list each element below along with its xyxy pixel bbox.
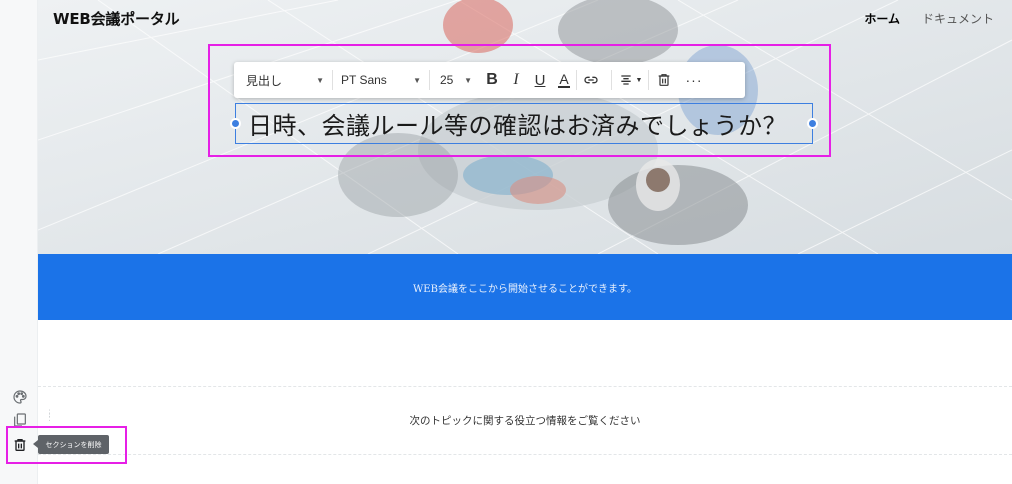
topics-heading: 次のトピックに関する役立つ情報をご覧ください [409, 415, 641, 427]
nav-home[interactable]: ホーム [864, 10, 900, 27]
highlight-box-delete [6, 426, 127, 464]
site-title[interactable]: WEB会議ポータル [53, 8, 180, 29]
top-nav: ホーム ドキュメント [864, 10, 994, 27]
nav-documents[interactable]: ドキュメント [922, 10, 994, 27]
section-divider [38, 454, 1012, 455]
page: WEB会議ポータル ホーム ドキュメント 見出し ▼ PT Sans ▼ 25 … [0, 0, 1012, 484]
left-rail [0, 0, 38, 484]
cta-banner[interactable]: WEB会議をここから開始させることができます。 [38, 254, 1012, 320]
palette-icon[interactable] [11, 388, 28, 405]
highlight-box-heading [208, 44, 831, 157]
banner-text: WEB会議をここから開始させることができます。 [413, 283, 637, 295]
topics-section[interactable]: 次のトピックに関する役立つ情報をご覧ください [38, 387, 1012, 454]
